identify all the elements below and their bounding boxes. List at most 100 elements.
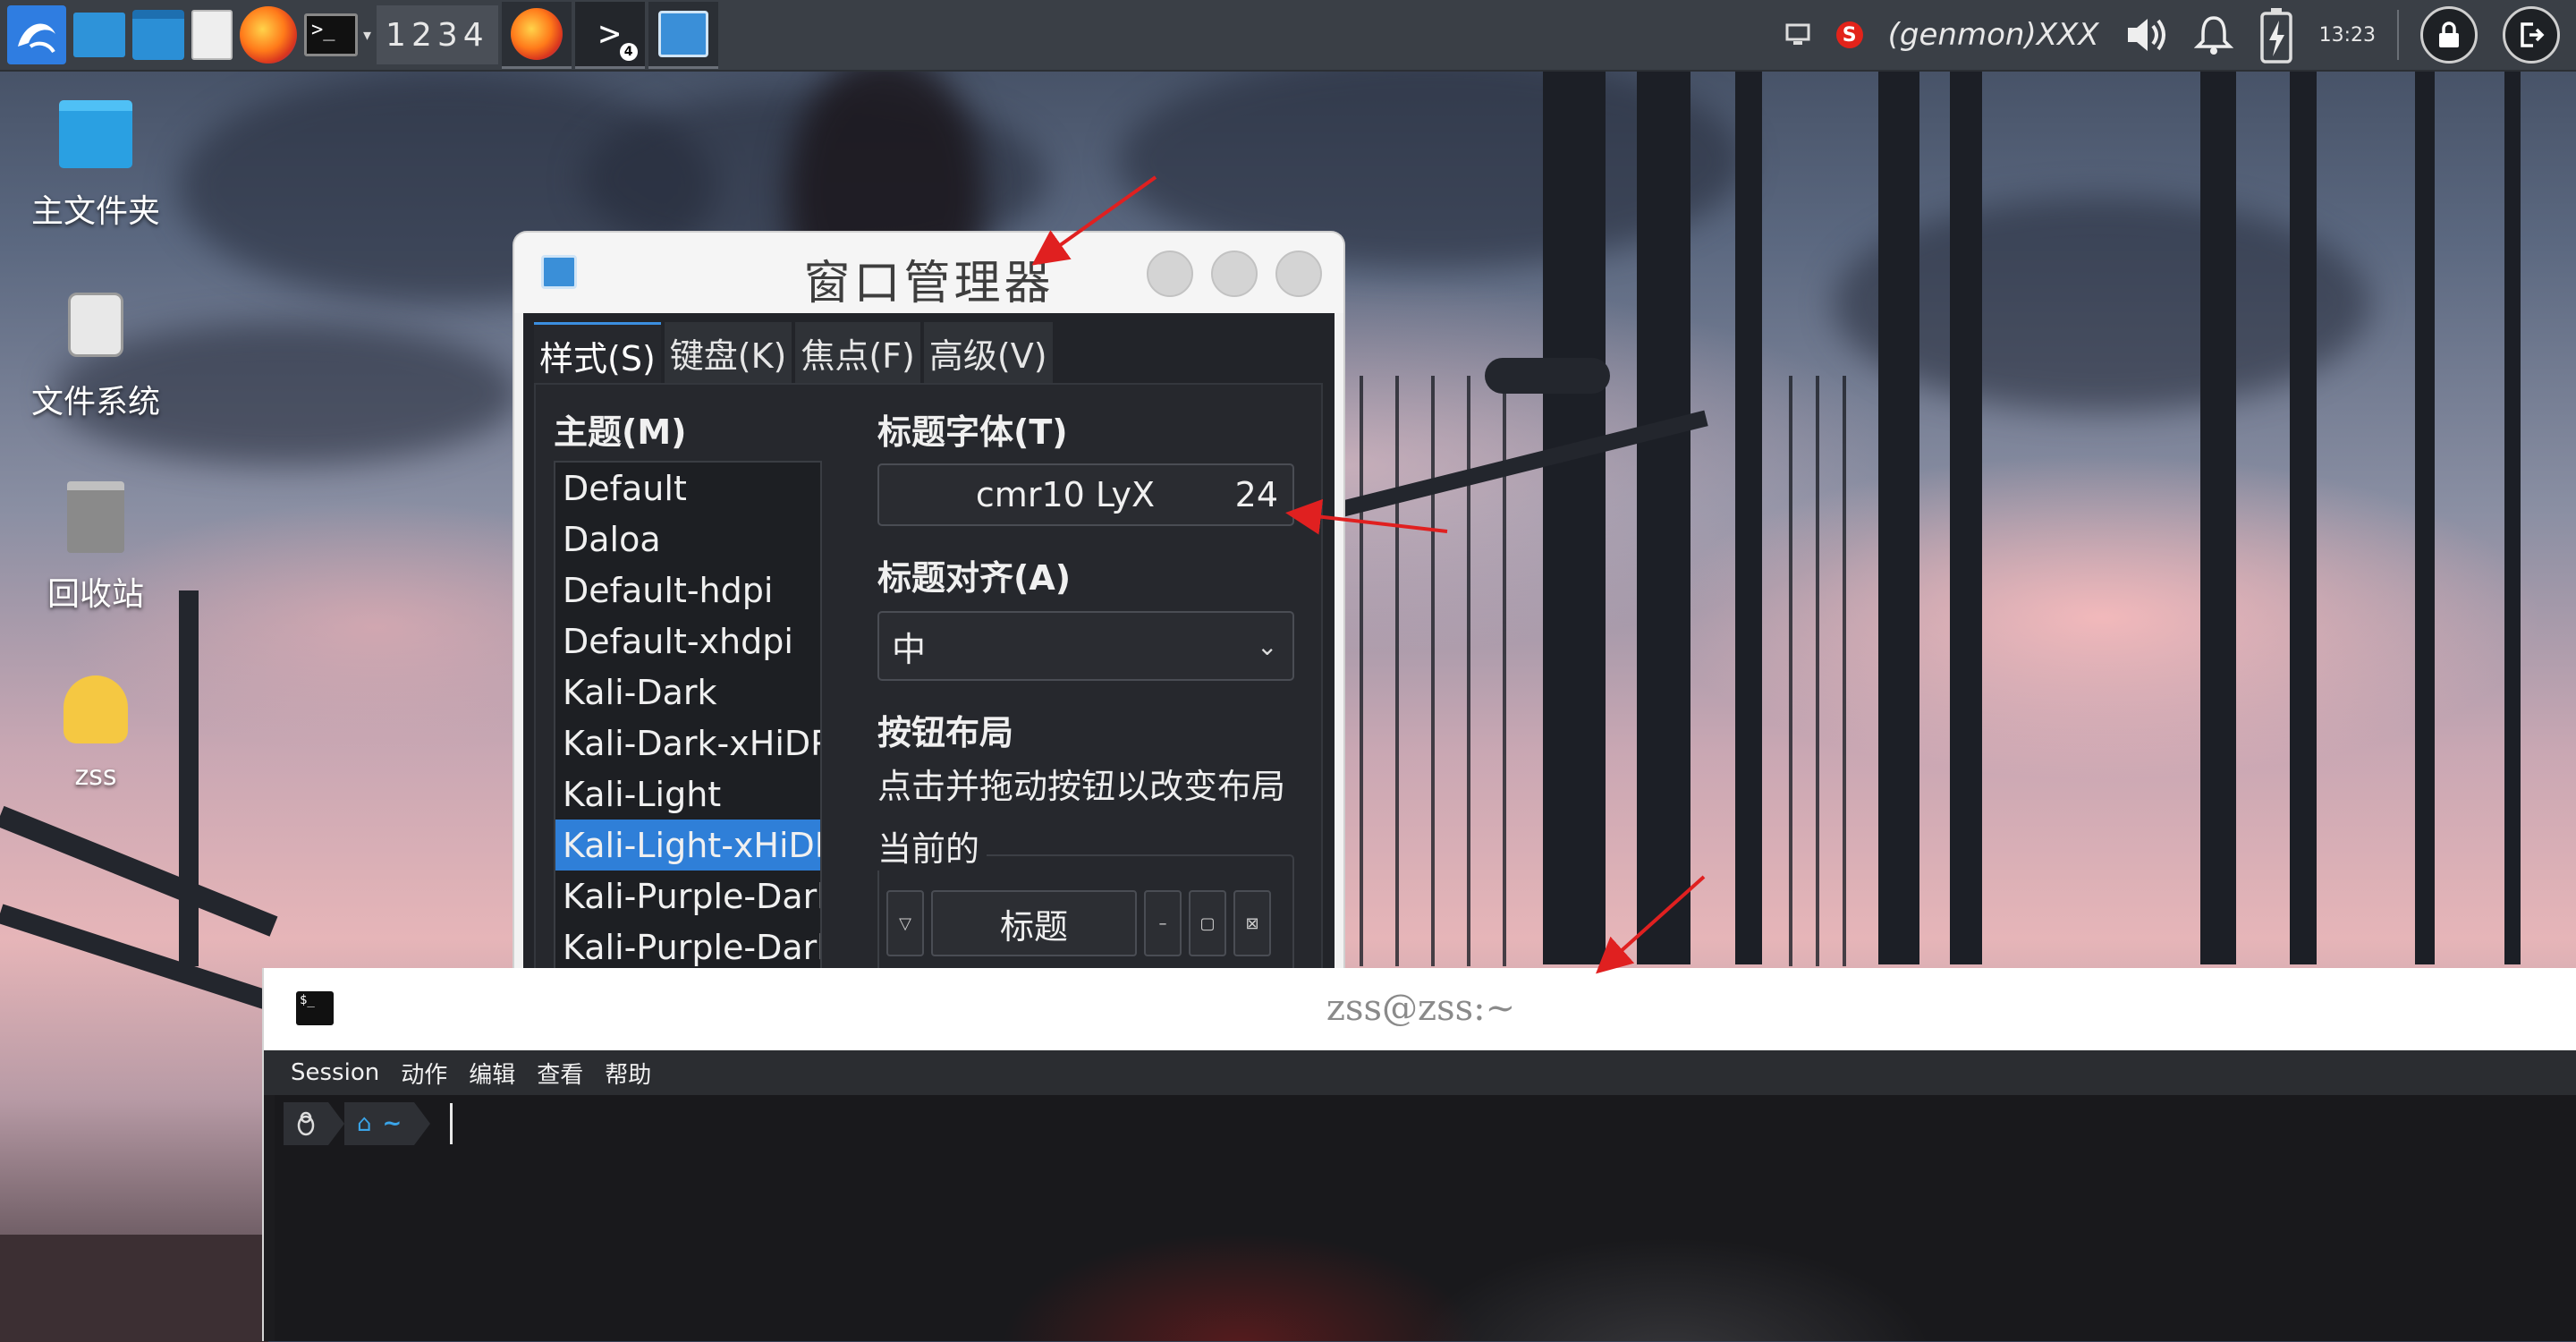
tab-advanced[interactable]: 高级(V) xyxy=(923,322,1053,383)
close-icon: ⊠ xyxy=(1245,913,1259,933)
theme-list[interactable]: Default Daloa Default-hdpi Default-xhdpi… xyxy=(554,461,822,975)
firefox-launcher[interactable] xyxy=(240,5,297,64)
file-manager-launcher[interactable] xyxy=(132,5,184,64)
desktop-icon-zss[interactable]: zss xyxy=(20,669,172,792)
current-label: 当前的 xyxy=(877,821,987,871)
top-panel: >_ ▾ 1234 > 4 S (genmon)XXX 13:23 xyxy=(0,0,2576,72)
terminal-window: $_ zss@zss:~ Session 动作 编辑 查看 帮助 ⌂ ~ xyxy=(262,968,2576,1341)
desktop-icon-trash[interactable]: 回收站 xyxy=(20,477,172,615)
home-icon: ⌂ xyxy=(357,1110,372,1137)
shell-prompt: ⌂ ~ xyxy=(284,1102,453,1145)
theme-list-item[interactable]: Kali-Purple-Dark- xyxy=(555,922,820,973)
show-desktop-button[interactable] xyxy=(73,5,125,64)
minimize-icon: – xyxy=(1158,913,1167,933)
logout-icon xyxy=(2503,6,2560,64)
title-font-size: 24 xyxy=(1234,475,1278,514)
drive-icon xyxy=(68,293,123,357)
menu-actions[interactable]: 动作 xyxy=(401,1057,447,1090)
volume-icon[interactable] xyxy=(2124,15,2169,55)
firefox-icon xyxy=(240,6,297,64)
sogou-input-icon[interactable]: S xyxy=(1835,21,1863,48)
document-icon xyxy=(191,10,233,60)
window-count-badge: 4 xyxy=(619,42,638,61)
text-editor-launcher[interactable] xyxy=(191,5,233,64)
lock-screen-button[interactable] xyxy=(2420,6,2478,64)
desktop-icon-home[interactable]: 主文件夹 xyxy=(20,94,172,232)
layout-maximize-button[interactable]: ▢ xyxy=(1189,890,1226,956)
notification-bell-icon[interactable] xyxy=(2193,14,2233,55)
title-font-name: cmr10 LyX xyxy=(975,475,1156,514)
maximize-button[interactable] xyxy=(1211,251,1258,297)
title-align-select[interactable]: 中 ⌄ xyxy=(877,611,1294,681)
theme-list-item[interactable]: Kali-Light xyxy=(555,769,820,820)
kali-dragon-icon xyxy=(7,5,66,64)
tab-keyboard[interactable]: 键盘(K) xyxy=(664,322,792,383)
tray-separator xyxy=(2397,10,2399,60)
home-folder-icon xyxy=(59,100,132,168)
layout-menu-button[interactable]: ▽ xyxy=(886,890,924,956)
current-layout-group: ▽ 标题 – ▢ ⊠ xyxy=(877,854,1294,975)
desktop-icon xyxy=(73,13,125,57)
minimize-button[interactable] xyxy=(1147,251,1193,297)
genmon-label[interactable]: (genmon)XXX xyxy=(1888,17,2099,53)
button-layout-hint: 点击并拖动按钮以改变布局 xyxy=(877,767,1286,806)
menu-view[interactable]: 查看 xyxy=(537,1057,583,1090)
tab-style[interactable]: 样式(S) xyxy=(534,322,661,386)
clock[interactable]: 13:23 xyxy=(2319,24,2376,47)
firefox-icon xyxy=(510,7,563,60)
terminal-launcher[interactable]: >_ ▾ xyxy=(304,5,371,64)
theme-list-item[interactable]: Kali-Dark xyxy=(555,667,820,718)
terminal-titlebar[interactable]: $_ zss@zss:~ xyxy=(264,968,2576,1050)
kali-menu-button[interactable] xyxy=(7,5,66,64)
close-button[interactable] xyxy=(1275,251,1322,297)
tab-focus[interactable]: 焦点(F) xyxy=(795,322,920,383)
terminal-output[interactable]: ⌂ ~ xyxy=(275,1095,2576,1341)
prompt-separator xyxy=(328,1102,344,1145)
window-titlebar[interactable]: 窗口管理器 xyxy=(514,233,1343,313)
terminal-icon: >_ xyxy=(304,13,358,56)
theme-list-item[interactable]: Default xyxy=(555,463,820,514)
menu-edit[interactable]: 编辑 xyxy=(469,1057,515,1090)
terminal-prompt-icon: > xyxy=(598,13,621,55)
workspace-switcher[interactable]: 1234 xyxy=(377,5,498,64)
tab-bar: 样式(S) 键盘(K) 焦点(F) 高级(V) xyxy=(534,322,1056,386)
terminal-menubar: Session 动作 编辑 查看 帮助 xyxy=(264,1050,2576,1095)
layout-button-row: ▽ 标题 – ▢ ⊠ xyxy=(886,890,1278,956)
desktop-icon-filesystem[interactable]: 文件系统 xyxy=(20,285,172,422)
prompt-user-segment xyxy=(284,1102,328,1145)
linux-penguin-icon xyxy=(297,1111,315,1136)
trash-icon xyxy=(67,481,124,553)
maximize-icon: ▢ xyxy=(1199,913,1216,933)
desktop-icon-label: 回收站 xyxy=(47,576,144,613)
terminal-title: zss@zss:~ xyxy=(1326,988,1516,1029)
network-icon[interactable] xyxy=(1784,21,1811,48)
taskbar-firefox[interactable] xyxy=(501,1,572,69)
taskbar-terminal-group[interactable]: > 4 xyxy=(574,1,645,69)
desktop-icon-label: zss xyxy=(74,760,117,792)
taskbar-window-manager[interactable] xyxy=(648,1,718,69)
desktop-icon-label: 主文件夹 xyxy=(30,193,160,230)
lock-icon xyxy=(2420,6,2478,64)
theme-list-item[interactable]: Kali-Purple-Dark xyxy=(555,871,820,922)
desktop-icon-label: 文件系统 xyxy=(30,384,160,420)
text-cursor xyxy=(450,1103,453,1144)
title-font-label: 标题字体(T) xyxy=(877,412,1068,452)
theme-list-item[interactable]: Kali-Dark-xHiDPI xyxy=(555,718,820,769)
battery-charging-icon[interactable] xyxy=(2258,6,2294,64)
logout-button[interactable] xyxy=(2503,6,2560,64)
theme-list-item[interactable]: Default-xhdpi xyxy=(555,616,820,667)
layout-minimize-button[interactable]: – xyxy=(1144,890,1182,956)
menu-session[interactable]: Session xyxy=(291,1059,379,1086)
prompt-dir: ~ xyxy=(382,1110,402,1137)
button-layout-label: 按钮布局 xyxy=(877,713,1014,752)
layout-title-button[interactable]: 标题 xyxy=(931,890,1137,956)
chevron-down-icon[interactable]: ▾ xyxy=(363,26,371,45)
layout-close-button[interactable]: ⊠ xyxy=(1233,890,1271,956)
theme-list-item[interactable]: Daloa xyxy=(555,514,820,565)
theme-list-item[interactable]: Default-hdpi xyxy=(555,565,820,616)
title-font-button[interactable]: cmr10 LyX 24 xyxy=(877,463,1294,526)
menu-help[interactable]: 帮助 xyxy=(605,1057,651,1090)
theme-list-item-selected[interactable]: Kali-Light-xHiDPI xyxy=(555,820,820,871)
system-tray: S (genmon)XXX 13:23 xyxy=(1772,0,2576,70)
window-manager-icon xyxy=(657,10,708,57)
